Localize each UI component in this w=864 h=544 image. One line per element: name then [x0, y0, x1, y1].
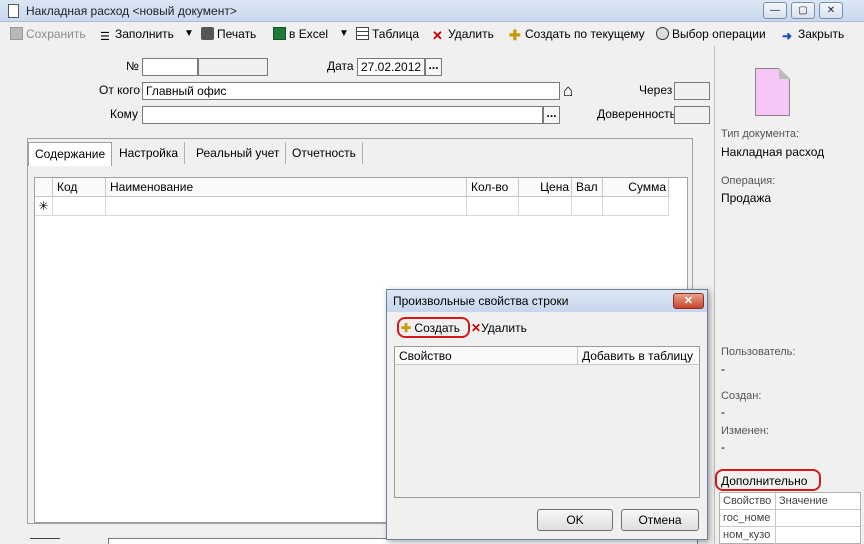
- dialog-create-button[interactable]: ✚ Создать: [401, 321, 460, 335]
- to-label: Кому: [110, 107, 139, 121]
- to-picker-button[interactable]: ...: [543, 106, 560, 124]
- new-row-quantity-cell[interactable]: [467, 197, 519, 216]
- fill-dropdown-arrow[interactable]: ▼: [184, 25, 194, 43]
- from-field[interactable]: Главный офис: [142, 82, 560, 100]
- new-row-code-cell[interactable]: [53, 197, 106, 216]
- date-field[interactable]: 27.02.2012: [357, 58, 425, 76]
- new-row-sum-cell[interactable]: [603, 197, 669, 216]
- properties-table[interactable]: Свойство Значение гос_номе ном_кузо: [719, 492, 861, 544]
- choose-operation-button[interactable]: Выбор операции: [656, 25, 766, 43]
- property-row-name[interactable]: ном_кузо: [720, 527, 776, 544]
- fill-icon: ☰: [100, 31, 110, 43]
- number-suffix-field: [198, 58, 268, 76]
- tab-reporting[interactable]: Отчетность: [286, 142, 363, 164]
- excel-button[interactable]: в Excel: [273, 25, 328, 43]
- dialog-delete-button[interactable]: ✕Удалить: [471, 321, 527, 335]
- add-icon: ✚: [401, 321, 412, 335]
- excel-icon: [273, 27, 286, 40]
- delete-icon: ✕: [471, 321, 482, 335]
- column-header-price[interactable]: Цена: [519, 178, 572, 197]
- excel-dropdown-arrow[interactable]: ▼: [339, 25, 349, 43]
- dialog-title-bar: Произвольные свойства строки ✕: [387, 290, 707, 312]
- home-icon[interactable]: ⌂: [563, 82, 581, 100]
- doc-type-label: Тип документа:: [721, 128, 800, 140]
- title-bar: Накладная расход <новый документ> — ▢ ✕: [0, 0, 864, 22]
- property-row-value[interactable]: [776, 527, 860, 544]
- table-button[interactable]: Таблица: [356, 25, 419, 43]
- number-label: №: [126, 59, 139, 73]
- print-button[interactable]: Печать: [201, 25, 256, 43]
- new-row-price-cell[interactable]: [519, 197, 572, 216]
- document-fold-icon: [779, 68, 790, 79]
- document-info-panel: Тип документа: Накладная расход Операция…: [714, 46, 864, 544]
- add-icon: ✚: [509, 27, 521, 43]
- column-header-code[interactable]: Код: [53, 178, 106, 197]
- new-row-currency-cell[interactable]: [572, 197, 603, 216]
- operation-label: Операция:: [721, 175, 776, 187]
- properties-header-name: Свойство: [720, 493, 776, 510]
- row-properties-dialog: Произвольные свойства строки ✕ ✚ Создать…: [386, 289, 708, 540]
- save-icon: [10, 27, 23, 40]
- close-window-button[interactable]: ✕: [819, 2, 843, 19]
- property-row-value[interactable]: [776, 510, 860, 527]
- row-selector-header: [35, 178, 53, 197]
- column-header-quantity[interactable]: Кол-во: [467, 178, 519, 197]
- bottom-label-fragment: [30, 538, 60, 544]
- maximize-button[interactable]: ▢: [791, 2, 815, 19]
- create-from-current-button[interactable]: ✚ Создать по текущему: [509, 25, 645, 43]
- dialog-title: Произвольные свойства строки: [393, 294, 569, 308]
- column-header-currency[interactable]: Вал: [572, 178, 603, 197]
- delete-button[interactable]: ✕ Удалить: [432, 25, 494, 43]
- exit-icon: ➜: [782, 29, 793, 43]
- minimize-button[interactable]: —: [763, 2, 787, 19]
- created-value: -: [721, 405, 725, 419]
- number-field[interactable]: [142, 58, 198, 76]
- additional-section-label[interactable]: Дополнительно: [721, 474, 807, 488]
- property-row-name[interactable]: гос_номе: [720, 510, 776, 527]
- via-label: Через: [639, 83, 673, 97]
- via-field[interactable]: [674, 82, 710, 100]
- properties-header-value: Значение: [776, 493, 860, 510]
- ok-button[interactable]: OK: [537, 509, 613, 531]
- column-header-add-to-table[interactable]: Добавить в таблицу: [578, 347, 699, 365]
- cancel-button[interactable]: Отмена: [621, 509, 699, 531]
- modified-value: -: [721, 440, 725, 454]
- printer-icon: [201, 27, 214, 40]
- column-header-sum[interactable]: Сумма: [603, 178, 669, 197]
- new-row-name-cell[interactable]: [106, 197, 467, 216]
- toolbar: Сохранить ☰ Заполнить ▼ Печать в Excel ▼ …: [0, 22, 864, 44]
- new-row-marker: ✳: [35, 197, 53, 216]
- properties-grid[interactable]: Свойство Добавить в таблицу: [394, 346, 700, 498]
- save-button[interactable]: Сохранить: [10, 25, 86, 43]
- table-icon: [356, 27, 369, 40]
- window-title: Накладная расход <новый документ>: [26, 4, 237, 18]
- fill-button[interactable]: ☰ Заполнить: [100, 25, 174, 43]
- column-header-name[interactable]: Наименование: [106, 178, 467, 197]
- operation-value: Продажа: [721, 191, 772, 205]
- date-picker-button[interactable]: ...: [425, 58, 442, 76]
- date-label: Дата: [327, 59, 354, 73]
- tab-real-accounting[interactable]: Реальный учет: [190, 142, 287, 164]
- power-of-attorney-field[interactable]: [674, 106, 710, 124]
- document-icon: [8, 4, 19, 18]
- created-label: Создан:: [721, 390, 762, 402]
- user-value: -: [721, 362, 725, 376]
- to-field[interactable]: [142, 106, 543, 124]
- operation-icon: [656, 27, 669, 40]
- modified-label: Изменен:: [721, 425, 769, 437]
- power-of-attorney-label: Доверенность: [597, 107, 676, 121]
- user-label: Пользователь:: [721, 346, 796, 358]
- delete-icon: ✕: [432, 28, 443, 43]
- dialog-close-button[interactable]: ✕: [673, 293, 704, 309]
- column-header-property[interactable]: Свойство: [395, 347, 578, 365]
- doc-type-value: Накладная расход: [721, 145, 825, 159]
- tab-settings[interactable]: Настройка: [113, 142, 186, 164]
- close-button[interactable]: ➜ Закрыть: [782, 25, 844, 43]
- tab-content[interactable]: Содержание: [28, 142, 113, 166]
- from-label: От кого: [99, 83, 141, 97]
